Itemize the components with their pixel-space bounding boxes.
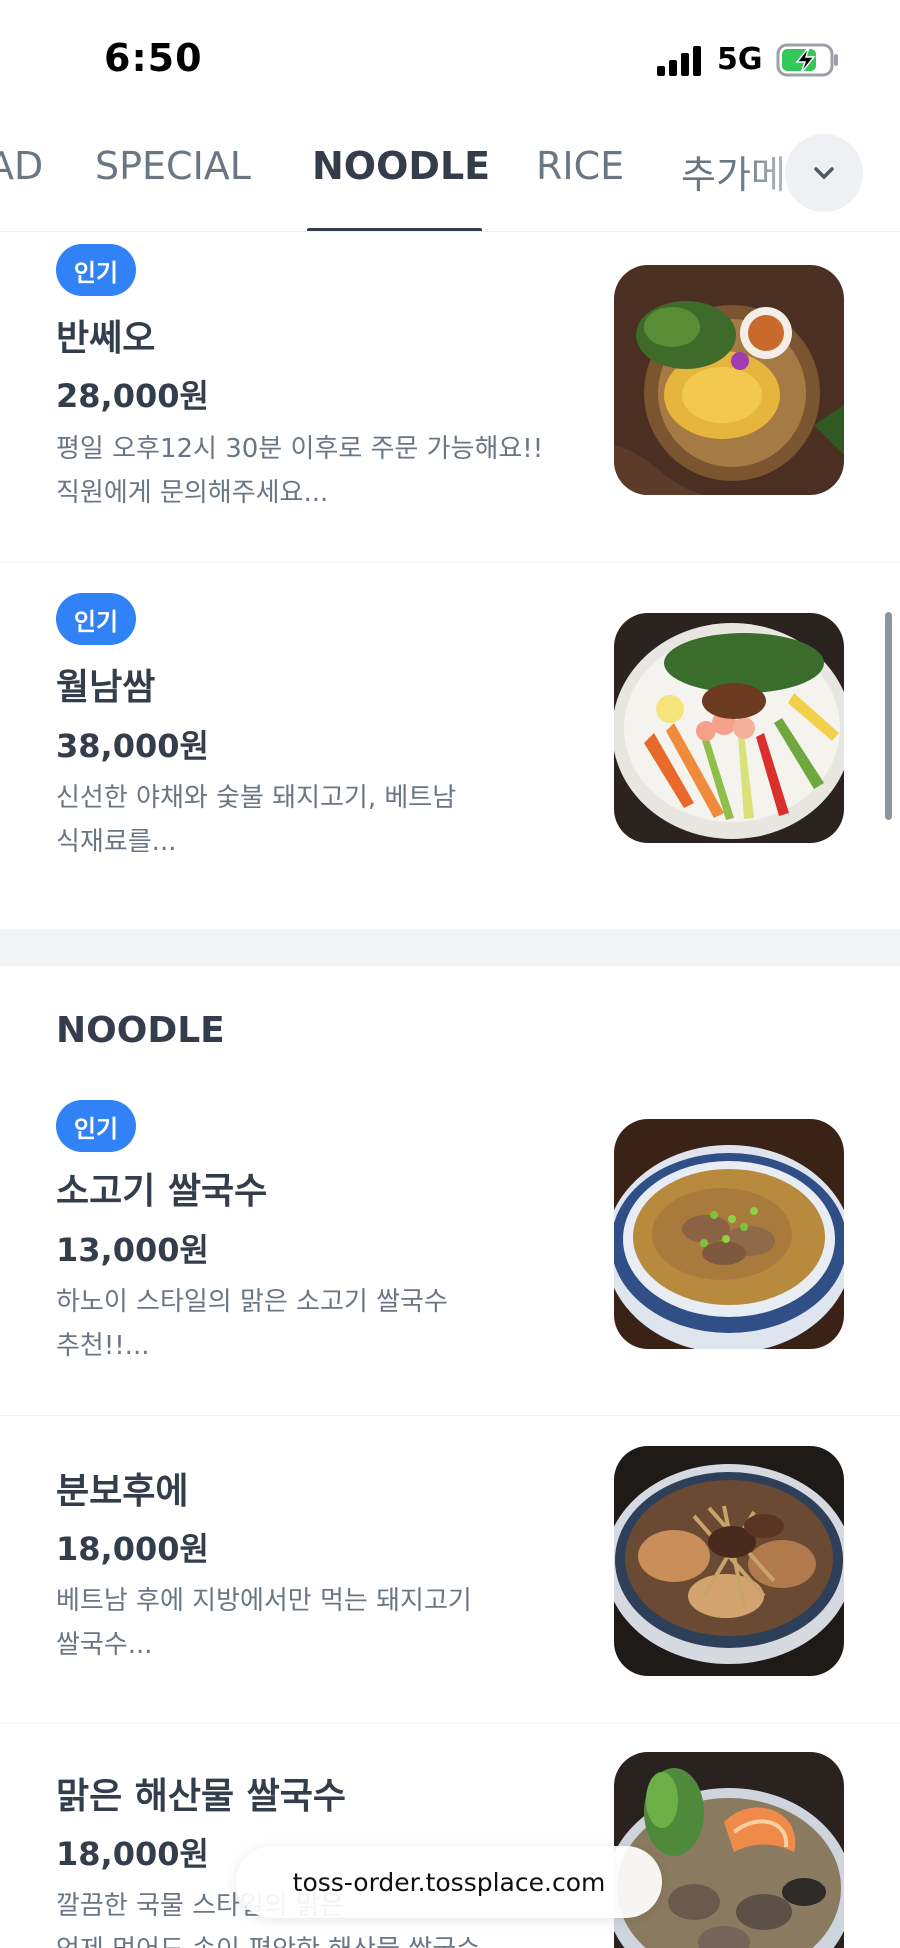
item-price: 38,000원 (56, 727, 209, 765)
item-description-line: 하노이 스타일의 맑은 소고기 쌀국수 (56, 1287, 448, 1317)
battery-charging-icon (776, 43, 838, 77)
item-description: 신선한 야채와 숯불 돼지고기, 베트남 식재료를... (56, 776, 576, 864)
item-description: 평일 오후12시 30분 이후로 주문 가능해요!! 직원에게 문의해주세요..… (56, 427, 616, 515)
item-description-line: 평일 오후12시 30분 이후로 주문 가능해요!! (56, 434, 544, 464)
item-name: 월남쌈 (56, 667, 156, 708)
item-price: 18,000원 (56, 1835, 209, 1873)
popular-badge: 인기 (56, 593, 136, 645)
section-separator (0, 929, 900, 966)
tab-rice[interactable]: RICE (536, 144, 624, 188)
menu-item-banh-xeo[interactable]: 인기 반쎄오 28,000원 평일 오후12시 30분 이후로 주문 가능해요!… (0, 233, 900, 563)
menu-item-beef-pho[interactable]: 인기 소고기 쌀국수 13,000원 하노이 스타일의 맑은 소고기 쌀국수 추… (0, 1090, 900, 1416)
item-price: 28,000원 (56, 377, 209, 415)
url-domain: toss-order.tossplace.com (292, 1867, 606, 1897)
item-description-line: 쌀국수... (56, 1630, 153, 1660)
item-price: 18,000원 (56, 1530, 209, 1568)
bun-bo-hue-photo (614, 1446, 844, 1676)
tab-special[interactable]: SPECIAL (95, 144, 251, 188)
item-description-line: 추천!!... (56, 1331, 150, 1361)
item-name: 분보후에 (56, 1471, 189, 1512)
popular-badge: 인기 (56, 1100, 136, 1152)
vertical-scrollbar[interactable] (885, 612, 892, 820)
item-description-line: 신선한 야채와 숯불 돼지고기, 베트남 (56, 783, 457, 813)
item-description-line: 식재료를... (56, 827, 177, 857)
item-name: 반쎄오 (56, 318, 156, 359)
item-description-line: 직원에게 문의해주세요... (56, 478, 329, 508)
item-price: 13,000원 (56, 1231, 209, 1269)
category-tab-bar: AD SPECIAL NOODLE RICE 추가메 (0, 120, 900, 232)
expand-categories-button[interactable] (785, 134, 863, 212)
cellular-signal-icon (657, 46, 701, 76)
network-type-label: 5G (717, 42, 763, 77)
chevron-down-icon (814, 167, 834, 179)
active-tab-indicator (307, 228, 482, 231)
item-name: 맑은 해산물 쌀국수 (56, 1776, 347, 1817)
tab-noodle[interactable]: NOODLE (312, 144, 490, 188)
status-time: 6:50 (104, 36, 203, 80)
menu-item-spring-rolls[interactable]: 인기 월남쌈 38,000원 신선한 야채와 숯불 돼지고기, 베트남 식재료를… (0, 563, 900, 929)
item-description-line: 언제 먹어도 속이 편안한 해산물 쌀국수 (56, 1928, 576, 1948)
browser-url-bar[interactable]: toss-order.tossplace.com (236, 1846, 662, 1918)
spring-roll-platter-photo (614, 613, 844, 843)
banh-xeo-photo (614, 265, 844, 495)
item-description: 하노이 스타일의 맑은 소고기 쌀국수 추천!!... (56, 1280, 576, 1368)
item-description: 베트남 후에 지방에서만 먹는 돼지고기 쌀국수... (56, 1579, 576, 1667)
beef-pho-photo (614, 1119, 844, 1349)
tab-ad[interactable]: AD (0, 144, 43, 188)
seafood-pho-photo (614, 1752, 844, 1948)
item-description-line: 베트남 후에 지방에서만 먹는 돼지고기 (56, 1586, 472, 1616)
status-bar: 6:50 5G (0, 0, 900, 120)
item-name: 소고기 쌀국수 (56, 1171, 268, 1212)
menu-item-bun-bo-hue[interactable]: 분보후에 18,000원 베트남 후에 지방에서만 먹는 돼지고기 쌀국수... (0, 1416, 900, 1724)
section-title: NOODLE (56, 1010, 225, 1051)
popular-badge: 인기 (56, 244, 136, 296)
